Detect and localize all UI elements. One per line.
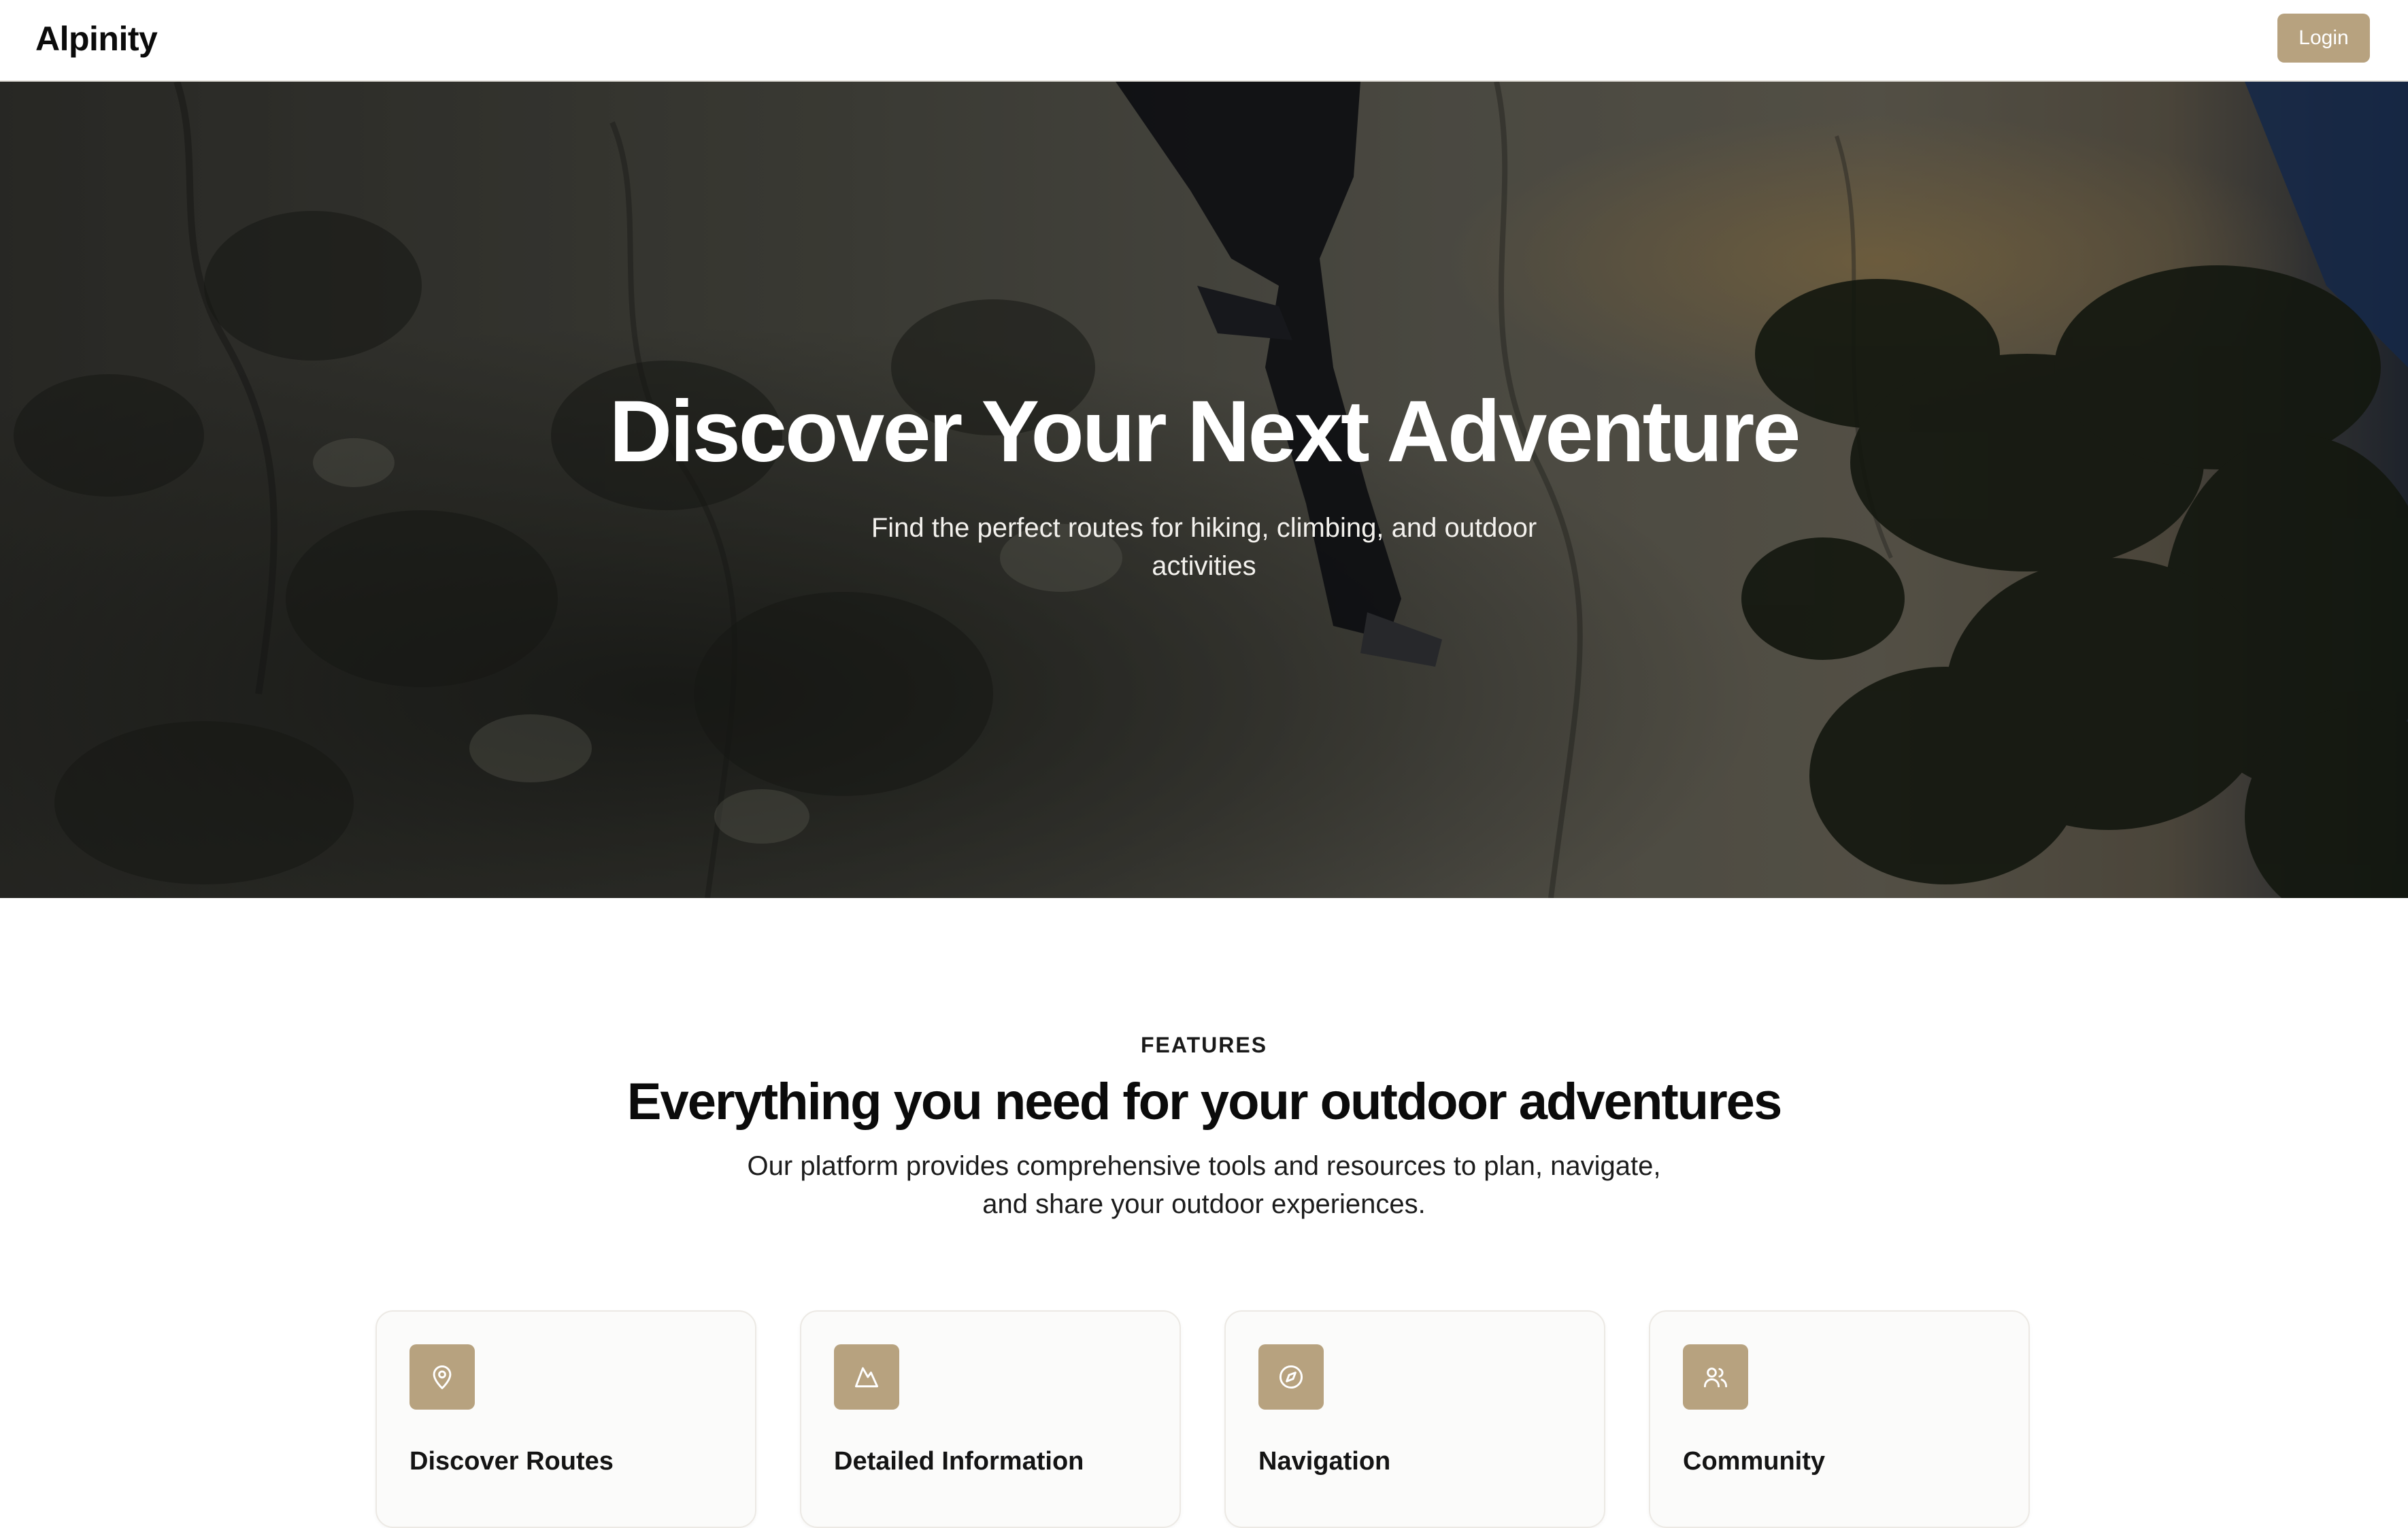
feature-card-navigation[interactable]: Navigation — [1224, 1310, 1605, 1528]
feature-card-detailed-information[interactable]: Detailed Information — [800, 1310, 1181, 1528]
compass-icon — [1258, 1344, 1324, 1410]
brand-logo[interactable]: Alpinity — [35, 16, 158, 61]
hero-section: Discover Your Next Adventure Find the pe… — [0, 82, 2408, 898]
feature-card-title: Navigation — [1258, 1447, 1391, 1476]
feature-card-title: Community — [1683, 1447, 1825, 1476]
feature-card-title: Discover Routes — [409, 1447, 614, 1476]
feature-card-discover-routes[interactable]: Discover Routes — [375, 1310, 756, 1528]
feature-card-community[interactable]: Community — [1649, 1310, 2030, 1528]
login-button[interactable]: Login — [2277, 14, 2370, 63]
mountain-icon — [834, 1344, 899, 1410]
users-icon — [1683, 1344, 1748, 1410]
features-description: Our platform provides comprehensive tool… — [747, 1151, 1661, 1219]
feature-card-title: Detailed Information — [834, 1447, 1084, 1476]
features-eyebrow: FEATURES — [1140, 1033, 1268, 1057]
hero-content: Discover Your Next Adventure Find the pe… — [0, 82, 2408, 898]
map-pin-icon — [409, 1344, 475, 1410]
hero-title: Discover Your Next Adventure — [609, 383, 1801, 480]
hero-subtitle: Find the perfect routes for hiking, clim… — [871, 513, 1537, 581]
site-header: Alpinity Login — [0, 0, 2408, 82]
features-section: FEATURES Everything you need for your ou… — [0, 898, 2408, 1528]
features-title: Everything you need for your outdoor adv… — [626, 1073, 1782, 1131]
